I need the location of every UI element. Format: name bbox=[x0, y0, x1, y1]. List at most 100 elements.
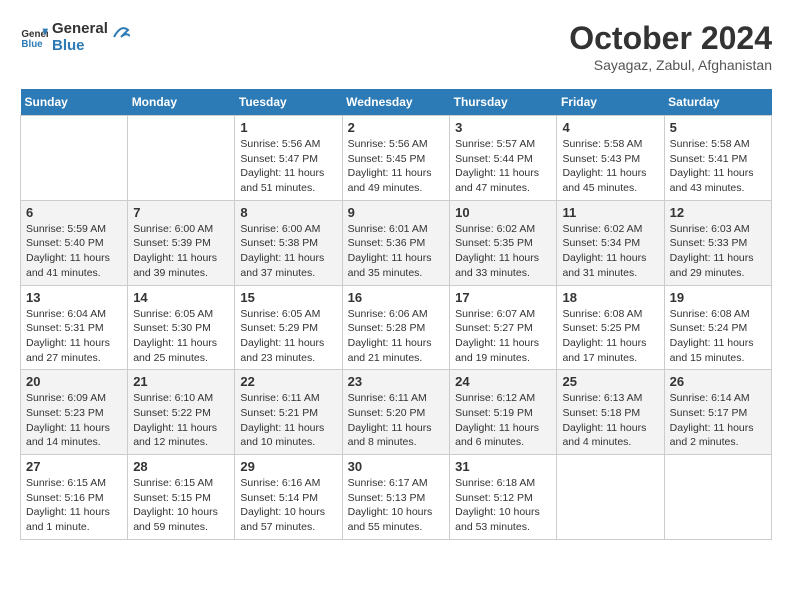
day-number: 25 bbox=[562, 374, 658, 389]
day-number: 18 bbox=[562, 290, 658, 305]
logo-bird-icon bbox=[112, 22, 130, 52]
calendar-cell: 3 Sunrise: 5:57 AM Sunset: 5:44 PM Daylig… bbox=[450, 116, 557, 201]
day-info: Sunrise: 6:05 AM Sunset: 5:29 PM Dayligh… bbox=[240, 307, 336, 366]
day-number: 10 bbox=[455, 205, 551, 220]
calendar-cell: 23 Sunrise: 6:11 AM Sunset: 5:20 PM Dayli… bbox=[342, 370, 450, 455]
calendar-cell: 18 Sunrise: 6:08 AM Sunset: 5:25 PM Dayli… bbox=[557, 285, 664, 370]
day-number: 16 bbox=[348, 290, 445, 305]
day-info: Sunrise: 6:01 AM Sunset: 5:36 PM Dayligh… bbox=[348, 222, 445, 281]
calendar-cell bbox=[664, 455, 771, 540]
calendar-cell: 19 Sunrise: 6:08 AM Sunset: 5:24 PM Dayli… bbox=[664, 285, 771, 370]
day-info: Sunrise: 5:58 AM Sunset: 5:43 PM Dayligh… bbox=[562, 137, 658, 196]
day-number: 21 bbox=[133, 374, 229, 389]
calendar-cell bbox=[21, 116, 128, 201]
day-number: 27 bbox=[26, 459, 122, 474]
logo: General Blue General Blue bbox=[20, 20, 130, 54]
day-info: Sunrise: 6:04 AM Sunset: 5:31 PM Dayligh… bbox=[26, 307, 122, 366]
day-info: Sunrise: 6:11 AM Sunset: 5:21 PM Dayligh… bbox=[240, 391, 336, 450]
calendar-cell: 8Sunrise: 6:00 AM Sunset: 5:38 PM Daylig… bbox=[235, 200, 342, 285]
day-number: 28 bbox=[133, 459, 229, 474]
day-info: Sunrise: 6:02 AM Sunset: 5:35 PM Dayligh… bbox=[455, 222, 551, 281]
day-info: Sunrise: 6:12 AM Sunset: 5:19 PM Dayligh… bbox=[455, 391, 551, 450]
calendar-cell: 29 Sunrise: 6:16 AM Sunset: 5:14 PM Dayli… bbox=[235, 455, 342, 540]
logo-icon: General Blue bbox=[20, 23, 48, 51]
calendar-cell: 10 Sunrise: 6:02 AM Sunset: 5:35 PM Dayli… bbox=[450, 200, 557, 285]
logo-blue: Blue bbox=[52, 37, 108, 54]
day-info: Sunrise: 6:05 AM Sunset: 5:30 PM Dayligh… bbox=[133, 307, 229, 366]
calendar-cell: 24 Sunrise: 6:12 AM Sunset: 5:19 PM Dayli… bbox=[450, 370, 557, 455]
day-info: Sunrise: 6:11 AM Sunset: 5:20 PM Dayligh… bbox=[348, 391, 445, 450]
day-info: Sunrise: 6:16 AM Sunset: 5:14 PM Dayligh… bbox=[240, 476, 336, 535]
day-number: 13 bbox=[26, 290, 122, 305]
calendar-cell: 16 Sunrise: 6:06 AM Sunset: 5:28 PM Dayli… bbox=[342, 285, 450, 370]
day-info: Sunrise: 6:10 AM Sunset: 5:22 PM Dayligh… bbox=[133, 391, 229, 450]
day-number: 26 bbox=[670, 374, 766, 389]
calendar-cell: 12 Sunrise: 6:03 AM Sunset: 5:33 PM Dayli… bbox=[664, 200, 771, 285]
day-info: Sunrise: 6:02 AM Sunset: 5:34 PM Dayligh… bbox=[562, 222, 658, 281]
calendar-cell: 31 Sunrise: 6:18 AM Sunset: 5:12 PM Dayli… bbox=[450, 455, 557, 540]
calendar-cell bbox=[557, 455, 664, 540]
day-number: 3 bbox=[455, 120, 551, 135]
calendar-cell: 11 Sunrise: 6:02 AM Sunset: 5:34 PM Dayli… bbox=[557, 200, 664, 285]
calendar-cell: 25 Sunrise: 6:13 AM Sunset: 5:18 PM Dayli… bbox=[557, 370, 664, 455]
calendar-cell: 28 Sunrise: 6:15 AM Sunset: 5:15 PM Dayli… bbox=[128, 455, 235, 540]
calendar-cell: 17 Sunrise: 6:07 AM Sunset: 5:27 PM Dayli… bbox=[450, 285, 557, 370]
day-info: Sunrise: 5:58 AM Sunset: 5:41 PM Dayligh… bbox=[670, 137, 766, 196]
col-header-thursday: Thursday bbox=[450, 89, 557, 116]
day-info: Sunrise: 6:07 AM Sunset: 5:27 PM Dayligh… bbox=[455, 307, 551, 366]
day-number: 4 bbox=[562, 120, 658, 135]
logo-general: General bbox=[52, 20, 108, 37]
calendar-cell: 26 Sunrise: 6:14 AM Sunset: 5:17 PM Dayli… bbox=[664, 370, 771, 455]
title-block: October 2024 Sayagaz, Zabul, Afghanistan bbox=[569, 20, 772, 73]
calendar-cell: 30Sunrise: 6:17 AM Sunset: 5:13 PM Dayli… bbox=[342, 455, 450, 540]
col-header-monday: Monday bbox=[128, 89, 235, 116]
day-number: 14 bbox=[133, 290, 229, 305]
day-number: 5 bbox=[670, 120, 766, 135]
calendar-cell: 1Sunrise: 5:56 AM Sunset: 5:47 PM Daylig… bbox=[235, 116, 342, 201]
day-number: 31 bbox=[455, 459, 551, 474]
day-number: 17 bbox=[455, 290, 551, 305]
calendar-cell: 14 Sunrise: 6:05 AM Sunset: 5:30 PM Dayli… bbox=[128, 285, 235, 370]
calendar-cell: 27 Sunrise: 6:15 AM Sunset: 5:16 PM Dayli… bbox=[21, 455, 128, 540]
day-number: 7 bbox=[133, 205, 229, 220]
day-info: Sunrise: 6:15 AM Sunset: 5:16 PM Dayligh… bbox=[26, 476, 122, 535]
day-info: Sunrise: 6:15 AM Sunset: 5:15 PM Dayligh… bbox=[133, 476, 229, 535]
calendar-cell: 6 Sunrise: 5:59 AM Sunset: 5:40 PM Daylig… bbox=[21, 200, 128, 285]
day-number: 1 bbox=[240, 120, 336, 135]
day-number: 24 bbox=[455, 374, 551, 389]
col-header-friday: Friday bbox=[557, 89, 664, 116]
day-info: Sunrise: 6:13 AM Sunset: 5:18 PM Dayligh… bbox=[562, 391, 658, 450]
col-header-sunday: Sunday bbox=[21, 89, 128, 116]
day-info: Sunrise: 5:56 AM Sunset: 5:45 PM Dayligh… bbox=[348, 137, 445, 196]
day-info: Sunrise: 5:57 AM Sunset: 5:44 PM Dayligh… bbox=[455, 137, 551, 196]
calendar-cell: 22 Sunrise: 6:11 AM Sunset: 5:21 PM Dayli… bbox=[235, 370, 342, 455]
day-number: 9 bbox=[348, 205, 445, 220]
day-info: Sunrise: 6:06 AM Sunset: 5:28 PM Dayligh… bbox=[348, 307, 445, 366]
day-info: Sunrise: 5:59 AM Sunset: 5:40 PM Dayligh… bbox=[26, 222, 122, 281]
day-number: 6 bbox=[26, 205, 122, 220]
day-number: 23 bbox=[348, 374, 445, 389]
day-number: 29 bbox=[240, 459, 336, 474]
day-number: 11 bbox=[562, 205, 658, 220]
col-header-wednesday: Wednesday bbox=[342, 89, 450, 116]
calendar-cell: 5 Sunrise: 5:58 AM Sunset: 5:41 PM Daylig… bbox=[664, 116, 771, 201]
day-info: Sunrise: 6:17 AM Sunset: 5:13 PM Dayligh… bbox=[348, 476, 445, 535]
calendar-cell: 20Sunrise: 6:09 AM Sunset: 5:23 PM Dayli… bbox=[21, 370, 128, 455]
day-info: Sunrise: 6:14 AM Sunset: 5:17 PM Dayligh… bbox=[670, 391, 766, 450]
day-info: Sunrise: 6:08 AM Sunset: 5:24 PM Dayligh… bbox=[670, 307, 766, 366]
day-number: 2 bbox=[348, 120, 445, 135]
calendar-cell: 9 Sunrise: 6:01 AM Sunset: 5:36 PM Daylig… bbox=[342, 200, 450, 285]
day-info: Sunrise: 6:09 AM Sunset: 5:23 PM Dayligh… bbox=[26, 391, 122, 450]
day-number: 8 bbox=[240, 205, 336, 220]
location: Sayagaz, Zabul, Afghanistan bbox=[569, 57, 772, 73]
day-info: Sunrise: 6:08 AM Sunset: 5:25 PM Dayligh… bbox=[562, 307, 658, 366]
day-number: 22 bbox=[240, 374, 336, 389]
day-number: 19 bbox=[670, 290, 766, 305]
month-title: October 2024 bbox=[569, 20, 772, 57]
day-info: Sunrise: 6:00 AM Sunset: 5:39 PM Dayligh… bbox=[133, 222, 229, 281]
day-number: 12 bbox=[670, 205, 766, 220]
calendar-cell: 2 Sunrise: 5:56 AM Sunset: 5:45 PM Daylig… bbox=[342, 116, 450, 201]
day-info: Sunrise: 6:18 AM Sunset: 5:12 PM Dayligh… bbox=[455, 476, 551, 535]
page-header: General Blue General Blue October 2024 S… bbox=[20, 20, 772, 73]
day-info: Sunrise: 6:03 AM Sunset: 5:33 PM Dayligh… bbox=[670, 222, 766, 281]
